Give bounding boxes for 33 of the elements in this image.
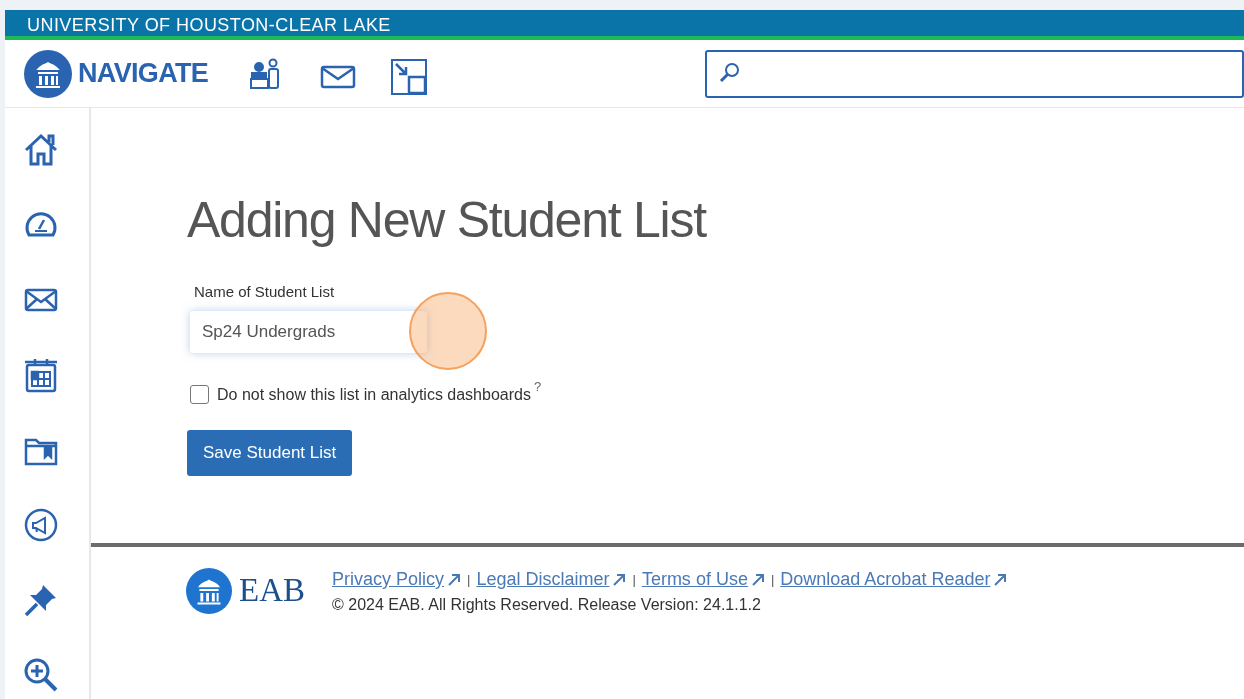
university-name: UNIVERSITY OF HOUSTON-CLEAR LAKE bbox=[27, 14, 391, 36]
checkbox-label: Do not show this list in analytics dashboards bbox=[217, 384, 531, 405]
copyright-text: © 2024 EAB. All Rights Reserved. Release Version: 24.1.1.2 bbox=[332, 595, 762, 615]
resize-window-icon[interactable] bbox=[391, 58, 428, 95]
search-field[interactable] bbox=[705, 49, 1244, 98]
field-label: Name of Student List bbox=[194, 282, 335, 302]
external-link-icon bbox=[750, 572, 765, 587]
mail-icon[interactable] bbox=[320, 64, 357, 89]
app-name: NAVIGATE bbox=[78, 57, 209, 91]
home-icon[interactable] bbox=[23, 132, 59, 168]
megaphone-icon[interactable] bbox=[23, 507, 59, 543]
page-title: Adding New Student List bbox=[187, 191, 706, 250]
footer-link[interactable]: Privacy Policy bbox=[332, 566, 445, 593]
footer-link[interactable]: Terms of Use bbox=[641, 566, 748, 593]
calendar-icon[interactable] bbox=[23, 357, 59, 393]
eab-logo-icon bbox=[186, 567, 232, 614]
search-icon bbox=[719, 61, 742, 84]
link-separator: | bbox=[467, 570, 471, 589]
student-list-name-field[interactable]: Sp24 Undergrads bbox=[190, 310, 427, 353]
link-separator: | bbox=[770, 570, 775, 589]
external-link-icon bbox=[447, 572, 462, 587]
external-link-icon bbox=[993, 572, 1008, 587]
help-mark[interactable]: ? bbox=[533, 376, 542, 396]
checkbox[interactable] bbox=[190, 384, 209, 404]
pushpin-icon[interactable] bbox=[23, 582, 59, 618]
footer-link[interactable]: Download Acrobat Reader bbox=[780, 566, 991, 593]
footer-link[interactable]: Legal Disclaimer bbox=[476, 566, 610, 593]
institution-logo-icon[interactable] bbox=[24, 49, 72, 98]
zoom-in-icon[interactable] bbox=[23, 657, 59, 693]
link-separator: | bbox=[632, 570, 636, 589]
external-link-icon bbox=[612, 572, 627, 587]
eab-brand: EAB bbox=[239, 571, 305, 610]
save-button[interactable]: Save Student List bbox=[187, 429, 353, 476]
